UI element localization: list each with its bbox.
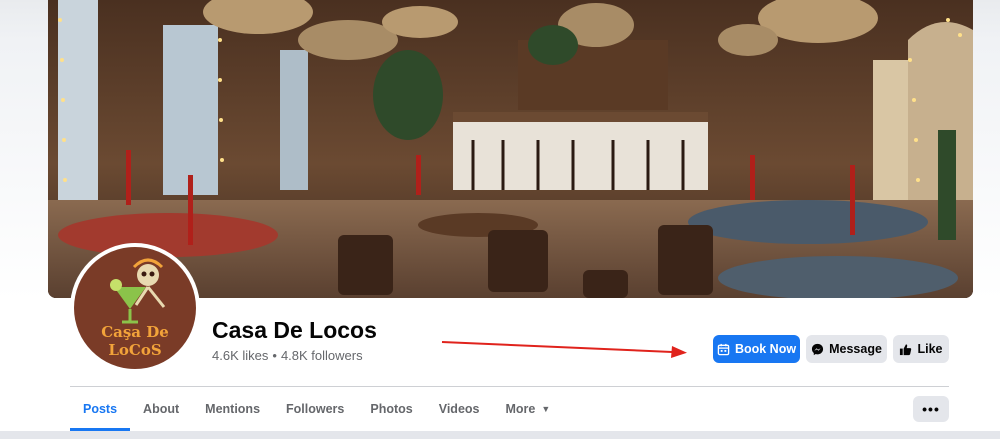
message-button[interactable]: Message: [806, 335, 887, 363]
book-now-button[interactable]: Book Now: [713, 335, 800, 363]
more-options-button[interactable]: •••: [913, 396, 949, 422]
like-button[interactable]: Like: [893, 335, 949, 363]
tab-label: Photos: [370, 402, 413, 416]
tab-label: About: [143, 402, 180, 416]
tab-videos[interactable]: Videos: [426, 387, 493, 431]
tab-followers[interactable]: Followers: [273, 387, 357, 431]
tab-label: Posts: [83, 402, 118, 416]
logo-text: Caşa De LoCoS: [101, 323, 169, 359]
tab-label: More: [505, 402, 536, 416]
page-tabs: Posts About Mentions Followers Photos Vi…: [70, 387, 563, 431]
calendar-icon: [717, 343, 730, 355]
page-stats: 4.6K likes • 4.8K followers: [212, 348, 363, 363]
likes-count[interactable]: 4.6K likes: [212, 348, 268, 363]
tab-more[interactable]: More ▼: [492, 387, 563, 431]
annotation-arrow: [441, 341, 687, 358]
followers-count[interactable]: 4.8K followers: [281, 348, 363, 363]
caret-down-icon: ▼: [541, 404, 551, 414]
tab-about[interactable]: About: [130, 387, 192, 431]
tab-posts[interactable]: Posts: [70, 387, 131, 431]
tab-label: Followers: [286, 402, 345, 416]
tab-label: Videos: [438, 402, 480, 416]
book-now-label: Book Now: [734, 342, 797, 356]
page-name[interactable]: Casa De Locos: [212, 317, 377, 344]
thumbs-up-icon: [900, 343, 912, 355]
page-header: Caşa De LoCoS Casa De Locos 4.6K likes • 4…: [0, 0, 1000, 439]
content-area-edge: [0, 431, 1000, 439]
message-label: Message: [829, 342, 882, 356]
tab-label: Mentions: [205, 402, 261, 416]
profile-picture[interactable]: Caşa De LoCoS: [70, 243, 200, 373]
like-label: Like: [917, 342, 943, 356]
tab-photos[interactable]: Photos: [357, 387, 425, 431]
stats-separator: •: [272, 348, 277, 363]
logo: Caşa De LoCoS: [74, 247, 196, 369]
messenger-icon: [812, 343, 824, 355]
tab-mentions[interactable]: Mentions: [192, 387, 273, 431]
